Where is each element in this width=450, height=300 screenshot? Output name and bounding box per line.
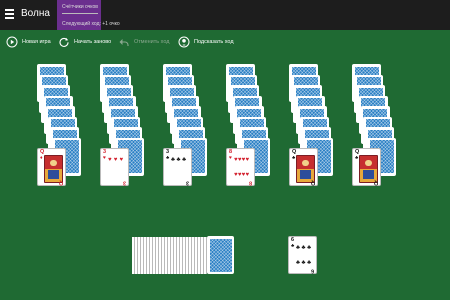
tableau-top-card[interactable]: Q ♦ Q: [37, 148, 66, 186]
stock-top-card[interactable]: [207, 236, 234, 274]
undo-label: Отменить ход: [134, 39, 170, 45]
card-suit: ♣: [355, 154, 359, 161]
hint-icon: [177, 36, 190, 49]
card-rank-bottom: 8: [248, 179, 252, 185]
toolbar: Новая игра Начать заново Отменить ход По…: [0, 31, 450, 53]
restart-icon: [57, 36, 70, 49]
tableau-top-card[interactable]: Q ♣ Q: [352, 148, 381, 186]
card-rank-bottom: Q: [58, 179, 63, 185]
top-bar: Волна Счётчики очков Следующий ход: +1 о…: [0, 0, 450, 30]
card-rank-bottom: Q: [310, 179, 315, 185]
new-game-button[interactable]: Новая игра: [5, 34, 51, 50]
hint-button[interactable]: Подсказать ход: [177, 34, 234, 50]
card-suit: ♣: [166, 154, 170, 161]
waste-rank-bottom: 6: [310, 267, 314, 273]
menu-icon[interactable]: [5, 9, 14, 19]
tableau-top-card[interactable]: Q ♣ Q: [289, 148, 318, 186]
undo-button[interactable]: Отменить ход: [117, 34, 170, 50]
waste-card[interactable]: 6 ♣ ♣ ♣ ♣ ♣ ♣ ♣ 6: [288, 236, 317, 274]
waste-suit: ♣: [291, 242, 295, 249]
card-pips: ♥ ♥ ♥ ♥ ♥ ♥ ♥ ♥: [234, 157, 249, 178]
card-suit: ♥: [103, 154, 106, 161]
card-suit: ♣: [292, 154, 296, 161]
hint-label: Подсказать ход: [194, 39, 234, 45]
play-icon: [5, 36, 18, 49]
card-pips: ♥ ♥ ♥: [108, 157, 123, 163]
tableau-top-card[interactable]: 3 ♥ ♥ ♥ ♥ 3: [100, 148, 129, 186]
app-title: Волна: [21, 8, 50, 19]
tableau-top-card[interactable]: 8 ♥ ♥ ♥ ♥ ♥ ♥ ♥ ♥ ♥ 8: [226, 148, 255, 186]
restart-label: Начать заново: [74, 39, 112, 45]
card-suit: ♥: [229, 154, 232, 161]
new-game-label: Новая игра: [22, 39, 51, 45]
card-pips: ♣ ♣ ♣: [171, 157, 186, 163]
card-rank-bottom: 3: [122, 179, 126, 185]
undo-icon: [117, 36, 130, 49]
waste-pips: ♣ ♣ ♣ ♣ ♣ ♣: [296, 245, 311, 266]
score-box: Счётчики очков Следующий ход: +1 очко: [57, 0, 147, 30]
score-label: Счётчики очков: [62, 4, 98, 10]
score-value-placeholder: [62, 13, 98, 14]
card-rank-bottom: Q: [373, 179, 378, 185]
next-move-text: Следующий ход: +1 очко: [62, 21, 120, 27]
tableau-top-card[interactable]: 3 ♣ ♣ ♣ ♣ 3: [163, 148, 192, 186]
restart-button[interactable]: Начать заново: [57, 34, 111, 50]
card-suit: ♦: [40, 154, 43, 161]
card-rank-bottom: 3: [185, 179, 189, 185]
